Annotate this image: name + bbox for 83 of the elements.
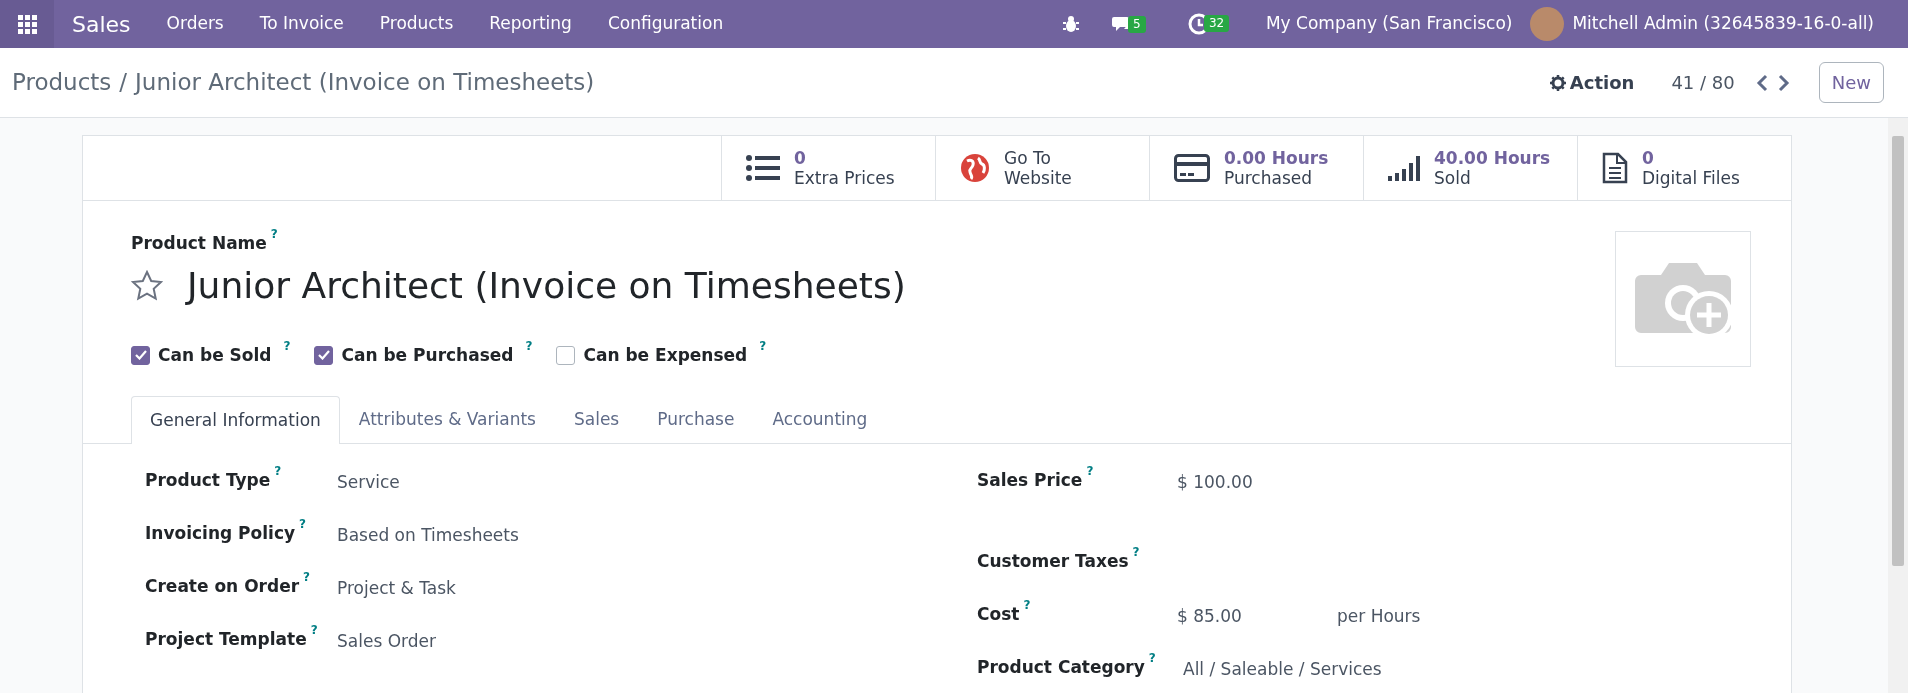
field-value: Service (337, 470, 400, 494)
activity-count: 32 (1203, 15, 1230, 32)
gear-icon (1549, 74, 1566, 91)
bug-icon (1061, 15, 1080, 33)
help-icon[interactable]: ? (270, 228, 278, 240)
tab[interactable]: Accounting (753, 396, 887, 443)
field-label: Product Name (131, 232, 267, 255)
new-button[interactable]: New (1818, 62, 1884, 103)
help-icon[interactable]: ? (1148, 651, 1156, 664)
list-icon (746, 155, 780, 181)
scrollbar[interactable] (1888, 118, 1908, 693)
user-menu[interactable]: Mitchell Admin (32645839-16-0-all) (1572, 11, 1892, 37)
menu-item[interactable]: Products (361, 11, 472, 37)
avatar (1530, 7, 1565, 41)
field-label: Product Type (145, 468, 271, 492)
menu-item[interactable]: To Invoice (241, 11, 362, 37)
product-title: Junior Architect (Invoice on Timesheets) (187, 263, 906, 308)
help-icon[interactable]: ? (1023, 598, 1031, 611)
chevron-right-icon (1777, 73, 1790, 92)
star-icon[interactable] (131, 270, 163, 301)
field-label: Sales Price (977, 468, 1083, 492)
checkbox[interactable] (556, 345, 576, 365)
check-icon (318, 350, 330, 361)
checkbox-label: Can be Sold (158, 343, 272, 367)
stat-value: 0 (794, 147, 807, 168)
help-icon[interactable]: ? (1086, 464, 1094, 477)
message-count: 5 (1127, 16, 1146, 33)
stat-value: Go To (1004, 147, 1052, 168)
field-label: Project Template (145, 627, 307, 651)
globe-icon (960, 153, 990, 183)
apps-menu-icon[interactable] (0, 0, 54, 48)
checkbox-label: Can be Purchased (341, 343, 514, 367)
help-icon[interactable]: ? (274, 464, 282, 477)
menu-item[interactable]: Configuration (589, 11, 742, 37)
field-value: Based on Timesheets (337, 523, 519, 547)
field-label: Create on Order (145, 574, 300, 598)
field-label: Cost (977, 602, 1020, 626)
stat-label: Digital Files (1642, 168, 1740, 189)
stat-label: Sold (1434, 168, 1472, 189)
breadcrumb-separator: / (119, 68, 128, 98)
tab[interactable]: Attributes & Variants (339, 396, 555, 443)
action-button[interactable]: Action (1536, 62, 1648, 103)
checkbox[interactable] (314, 345, 334, 365)
help-icon[interactable]: ? (299, 517, 307, 530)
app-name[interactable]: Sales (54, 7, 149, 41)
tab[interactable]: Purchase (638, 396, 754, 443)
stat-value: 0.00 Hours (1224, 147, 1329, 168)
field-label: Customer Taxes (977, 549, 1129, 573)
breadcrumb-current: Junior Architect (Invoice on Timesheets) (135, 68, 595, 98)
check-icon (134, 350, 147, 361)
field-value: $ 100.00 (1177, 470, 1253, 494)
stat-label: Purchased (1224, 168, 1313, 189)
menu-item[interactable]: Reporting (471, 11, 590, 37)
menu-item[interactable]: Orders (148, 11, 242, 37)
checkbox-label: Can be Expensed (583, 343, 748, 367)
chevron-left-icon (1755, 73, 1768, 92)
help-icon[interactable]: ? (525, 339, 533, 352)
credit-card-icon (1174, 154, 1210, 182)
grid-icon (17, 14, 37, 34)
stat-value: 0 (1642, 147, 1655, 168)
help-icon[interactable]: ? (1132, 545, 1140, 558)
checkbox[interactable] (131, 345, 150, 365)
stat-label: Extra Prices (794, 168, 895, 189)
unit-label: per Hours (1337, 604, 1421, 628)
help-icon[interactable]: ? (283, 339, 291, 352)
stat-label: Website (1004, 168, 1072, 189)
pager-value: 41 / 80 (1671, 71, 1735, 95)
signal-bars-icon (1388, 155, 1420, 181)
help-icon[interactable]: ? (759, 339, 767, 352)
help-icon[interactable]: ? (310, 623, 318, 636)
field-value: All / Saleable / Services (1183, 657, 1382, 681)
field-label: Product Category (977, 655, 1145, 679)
tab[interactable]: Sales (554, 396, 639, 443)
tab[interactable]: General Information (131, 396, 340, 444)
stat-value: 40.00 Hours (1434, 147, 1551, 168)
field-value: Project & Task (337, 576, 456, 600)
field-value: $ 85.00 (1177, 604, 1243, 628)
breadcrumb-link[interactable]: Products (12, 65, 112, 100)
field-label: Invoicing Policy (145, 521, 296, 545)
document-icon (1602, 152, 1628, 184)
field-value: Sales Order (337, 629, 436, 653)
help-icon[interactable]: ? (303, 570, 311, 583)
company-switcher[interactable]: My Company (San Francisco) (1247, 11, 1531, 37)
